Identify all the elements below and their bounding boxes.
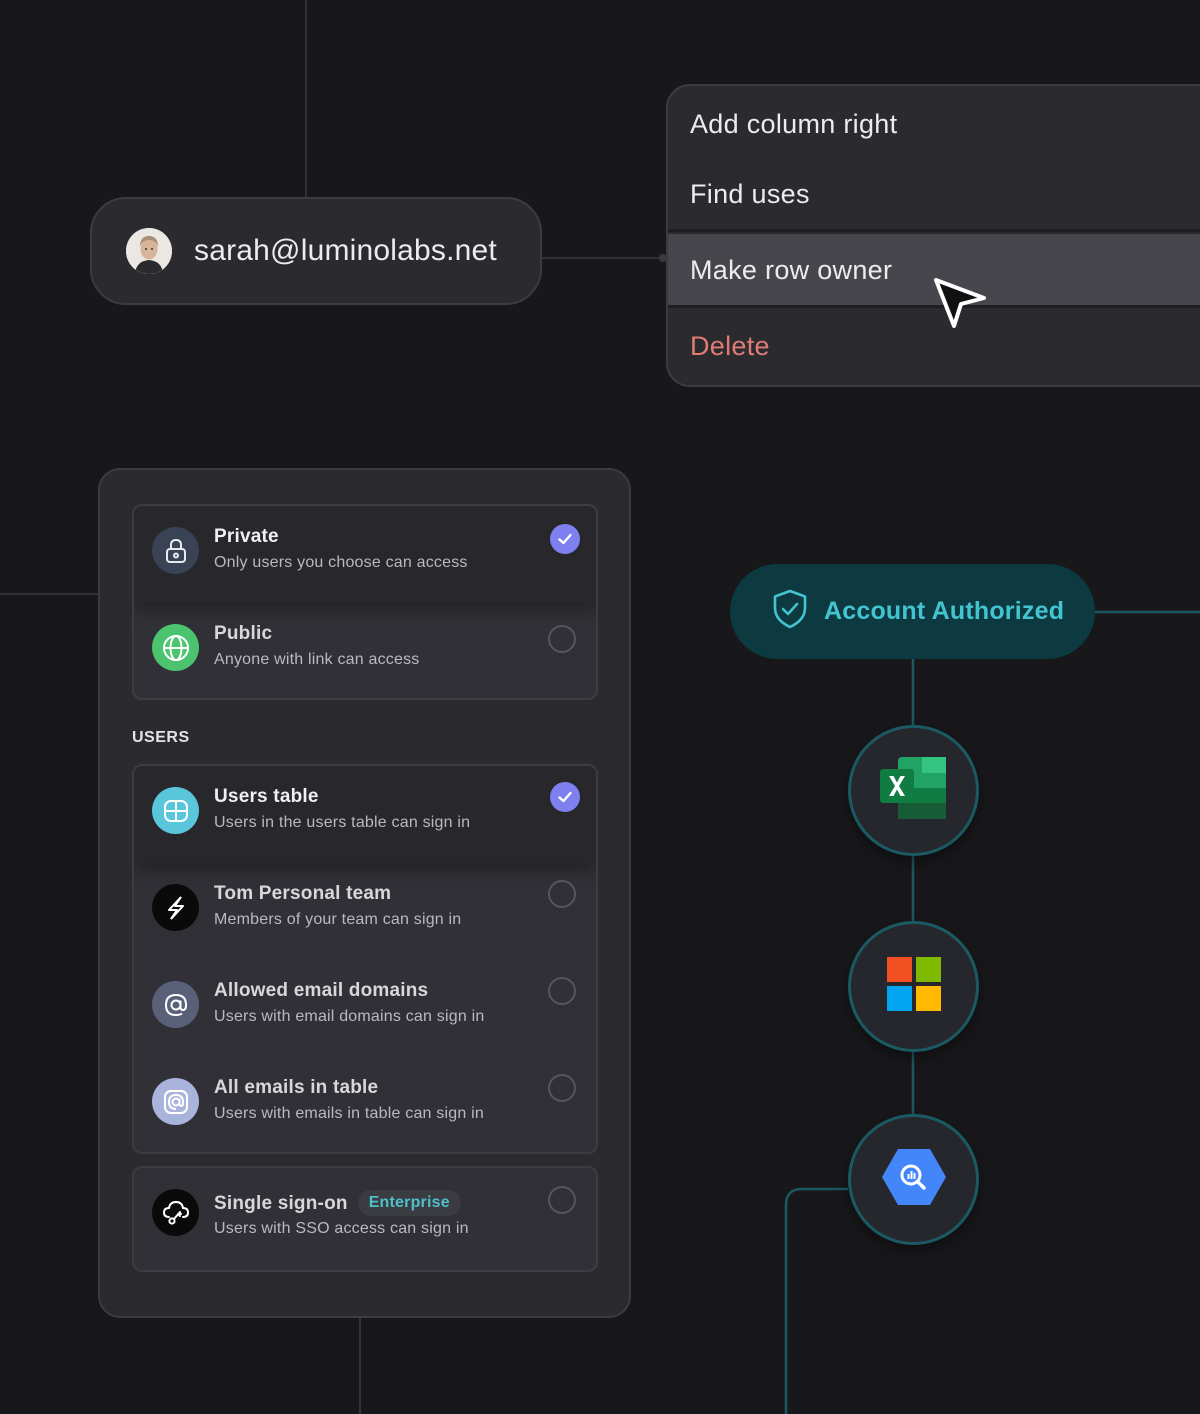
context-menu: Add column right Find uses Make row owne…	[666, 84, 1200, 387]
user-options: Users table Users in the users table can…	[132, 764, 598, 1154]
menu-item-add-column-right[interactable]: Add column right	[668, 88, 1200, 160]
option-title-text: Single sign-on	[214, 1193, 348, 1214]
radio-button[interactable]	[548, 977, 576, 1005]
option-public[interactable]: Public Anyone with link can access	[134, 603, 596, 698]
option-title: All emails in table	[214, 1077, 379, 1098]
team-logo-icon	[152, 884, 199, 931]
at-sign-icon	[152, 981, 199, 1028]
option-private[interactable]: Private Only users you choose can access	[134, 506, 596, 603]
shield-check-icon	[770, 587, 810, 636]
at-sign-box-icon	[152, 1078, 199, 1125]
menu-item-find-uses[interactable]: Find uses	[668, 158, 1200, 230]
checkmark-icon[interactable]	[550, 782, 580, 812]
option-description: Only users you choose can access	[214, 554, 468, 571]
microsoft-icon	[886, 957, 941, 1016]
status-label: Account Authorized	[824, 597, 1065, 625]
option-title: Public	[214, 623, 273, 644]
integration-excel[interactable]	[848, 725, 979, 856]
visibility-options: Private Only users you choose can access…	[132, 504, 598, 700]
integration-microsoft[interactable]	[848, 921, 979, 1052]
mouse-cursor-icon	[934, 278, 986, 328]
radio-button[interactable]	[548, 625, 576, 653]
access-settings-panel: Private Only users you choose can access…	[98, 468, 631, 1318]
option-all-emails-in-table[interactable]: All emails in table Users with emails in…	[134, 1057, 596, 1152]
bigquery-icon	[880, 1147, 948, 1212]
radio-button[interactable]	[548, 1074, 576, 1102]
account-authorized-status: Account Authorized	[730, 564, 1095, 659]
menu-divider	[668, 229, 1200, 232]
option-description: Users with email domains can sign in	[214, 1008, 485, 1025]
user-email: sarah@luminolabs.net	[194, 234, 497, 267]
integration-bigquery[interactable]	[848, 1114, 979, 1245]
sso-options: Single sign-on Enterprise Users with SSO …	[132, 1166, 598, 1272]
table-icon	[152, 787, 199, 834]
radio-button[interactable]	[548, 880, 576, 908]
option-title: Users table	[214, 786, 319, 807]
option-title: Tom Personal team	[214, 883, 392, 904]
option-description: Users with emails in table can sign in	[214, 1105, 484, 1122]
option-description: Users with SSO access can sign in	[214, 1220, 469, 1237]
option-description: Members of your team can sign in	[214, 911, 462, 928]
option-users-table[interactable]: Users table Users in the users table can…	[134, 766, 596, 863]
checkmark-icon[interactable]	[550, 524, 580, 554]
option-title: Allowed email domains	[214, 980, 429, 1001]
option-title: Private	[214, 526, 279, 547]
option-single-sign-on[interactable]: Single sign-on Enterprise Users with SSO …	[134, 1168, 596, 1270]
section-label-users: USERS	[132, 729, 190, 746]
user-avatar	[126, 228, 172, 274]
option-title: Single sign-on Enterprise	[214, 1190, 461, 1216]
enterprise-badge: Enterprise	[357, 1190, 461, 1216]
globe-icon	[152, 624, 199, 671]
option-tom-personal-team[interactable]: Tom Personal team Members of your team c…	[134, 863, 596, 960]
lock-icon	[152, 527, 199, 574]
option-description: Users in the users table can sign in	[214, 814, 471, 831]
option-allowed-email-domains[interactable]: Allowed email domains Users with email d…	[134, 960, 596, 1057]
excel-icon	[879, 756, 948, 825]
cloud-key-icon	[152, 1189, 199, 1236]
radio-button[interactable]	[548, 1186, 576, 1214]
option-description: Anyone with link can access	[214, 651, 420, 668]
user-chip[interactable]: sarah@luminolabs.net	[90, 197, 542, 305]
